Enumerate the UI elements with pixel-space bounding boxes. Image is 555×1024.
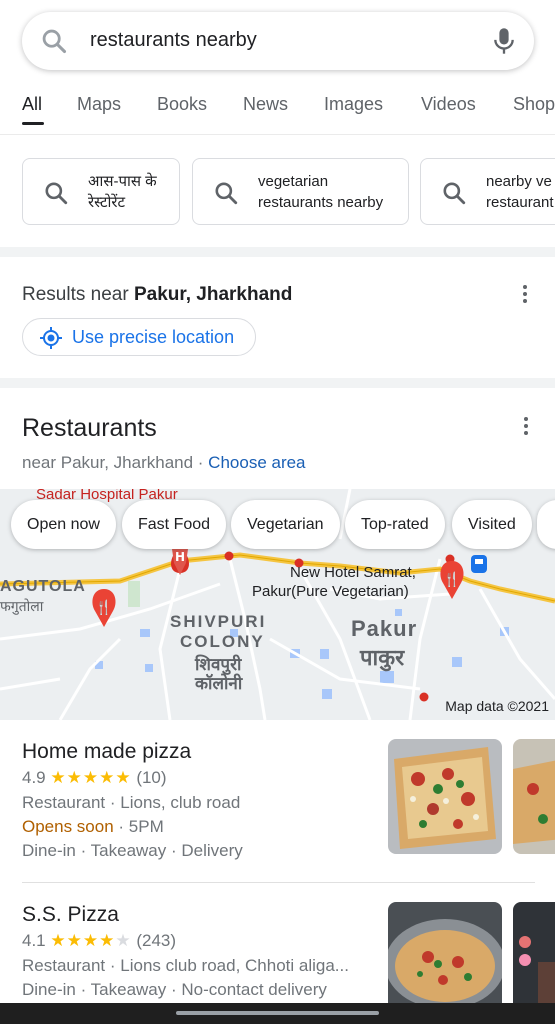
restaurant-services: Dine-in · Takeaway · Delivery — [22, 841, 243, 860]
map-label-agutola-hindi: फगुतोला — [0, 598, 44, 614]
tab-books[interactable]: Books — [157, 94, 207, 115]
map-label-agutola: AGUTOLA — [0, 578, 86, 595]
tab-news[interactable]: News — [243, 94, 288, 115]
map-filter-open-now[interactable]: Open now — [11, 500, 116, 549]
restaurants-subtitle: near Pakur, Jharkhand · Choose area — [22, 453, 306, 472]
map-label-pakur: Pakur — [351, 616, 418, 641]
related-search-label: vegetarian restaurants nearby — [258, 173, 384, 211]
more-options-icon[interactable] — [523, 417, 529, 437]
restaurant-rating: 4.1 ★★★★★ (243) — [22, 931, 177, 950]
restaurant-services: Dine-in · Takeaway · No-contact delivery — [22, 980, 327, 999]
use-precise-location-button[interactable]: Use precise location — [22, 318, 256, 356]
map-label-colony-hindi: कॉलोनी — [195, 674, 243, 693]
search-icon — [45, 182, 68, 205]
restaurants-title: Restaurants — [22, 414, 157, 442]
use-precise-location-label: Use precise location — [72, 327, 235, 347]
tabs-divider — [0, 134, 555, 135]
svg-text:🍴: 🍴 — [95, 599, 112, 616]
search-icon — [42, 29, 67, 54]
restaurant-rating: 4.9 ★★★★★ (10) — [22, 768, 167, 787]
restaurant-category-address: Restaurant · Lions club road, Chhoti ali… — [22, 956, 349, 975]
map-filter-vegetarian[interactable]: Vegetarian — [231, 500, 340, 549]
related-search-label: आस-पास के रेस्टोरेंट — [88, 173, 157, 211]
related-search-label: nearby ve restaurant — [486, 173, 554, 211]
search-icon — [215, 182, 238, 205]
restaurant-photo[interactable] — [388, 739, 502, 854]
map-label-hotel-veg: Pakur(Pure Vegetarian) — [252, 583, 409, 600]
tab-videos[interactable]: Videos — [421, 94, 476, 115]
tab-all[interactable]: All — [22, 94, 42, 115]
restaurant-name: Home made pizza — [22, 740, 192, 763]
map[interactable]: H 🍴 🍴 Sadar Hospital Pakur AGUTOLA फगुतो… — [0, 489, 555, 720]
search-tabs: All Maps Books News Images Videos Shop — [0, 84, 555, 128]
related-search-chip[interactable]: आस-पास के रेस्टोरेंट — [22, 158, 180, 225]
restaurant-listing[interactable]: S.S. Pizza 4.1 ★★★★★ (243) Restaurant · … — [0, 883, 555, 1012]
map-filter-top-rated[interactable]: Top-rated — [345, 500, 445, 549]
map-label-shivpuri: SHIVPURI — [170, 612, 267, 631]
more-options-icon[interactable] — [522, 285, 528, 305]
hospital-pin-icon: H — [171, 545, 189, 575]
tab-images[interactable]: Images — [324, 94, 383, 115]
star-rating-icon: ★★★★★ — [50, 931, 132, 950]
search-bar[interactable]: restaurants nearby — [22, 12, 534, 70]
section-gap — [0, 378, 555, 388]
tab-shopping[interactable]: Shop — [513, 94, 555, 115]
map-label-pakur-hindi: पाकुर — [360, 645, 405, 670]
map-attribution: Map data ©2021 — [445, 698, 549, 714]
star-rating-icon: ★★★★★ — [50, 768, 132, 787]
system-navigation-bar — [0, 1003, 555, 1024]
related-search-chip[interactable]: vegetarian restaurants nearby — [192, 158, 409, 225]
restaurant-photo[interactable] — [513, 902, 555, 1012]
map-filter-fast-food[interactable]: Fast Food — [122, 500, 227, 549]
svg-text:🍴: 🍴 — [443, 571, 460, 588]
search-icon — [443, 182, 466, 205]
choose-area-link[interactable]: Choose area — [208, 453, 305, 472]
results-near-heading: Results near Pakur, Jharkhand — [22, 284, 293, 305]
restaurant-photo[interactable] — [388, 902, 502, 1012]
related-searches: आस-पास के रेस्टोरेंट vegetarian restaurant… — [0, 158, 555, 226]
location-target-icon — [40, 327, 62, 349]
restaurant-listing[interactable]: Home made pizza 4.9 ★★★★★ (10) Restauran… — [0, 720, 555, 882]
section-gap — [0, 247, 555, 257]
search-input[interactable]: restaurants nearby — [90, 29, 257, 52]
map-filter-visited[interactable]: Visited — [452, 500, 532, 549]
active-tab-indicator — [22, 122, 44, 125]
restaurant-hours: Opens soon · 5PM — [22, 817, 164, 836]
microphone-icon[interactable] — [490, 26, 518, 56]
restaurant-photo[interactable] — [513, 739, 555, 854]
map-label-hotel: New Hotel Samrat, — [290, 564, 416, 581]
restaurant-name: S.S. Pizza — [22, 903, 119, 926]
tab-maps[interactable]: Maps — [77, 94, 121, 115]
related-search-chip[interactable]: nearby ve restaurant — [420, 158, 555, 225]
svg-text:H: H — [175, 550, 185, 564]
restaurant-category-address: Restaurant · Lions, club road — [22, 793, 241, 812]
map-label-colony: COLONY — [180, 632, 265, 651]
home-gesture-handle[interactable] — [176, 1011, 379, 1015]
